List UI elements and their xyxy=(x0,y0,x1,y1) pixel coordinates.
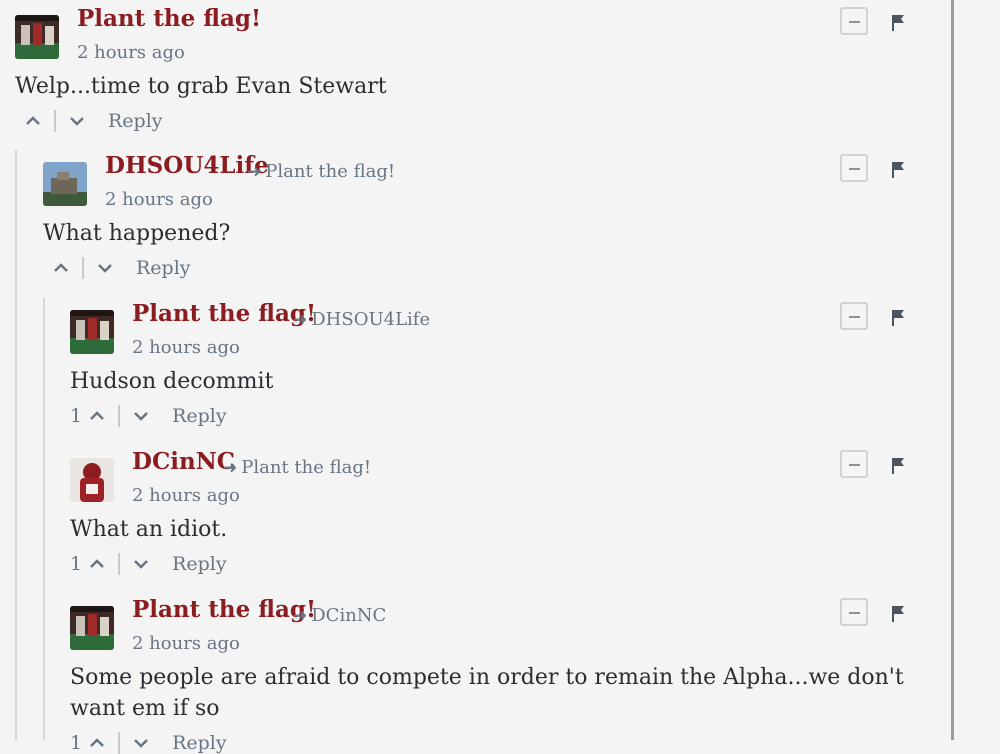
vote-divider xyxy=(54,110,56,132)
reply-button[interactable]: Reply xyxy=(136,257,191,279)
reply-arrow-icon: ➜ xyxy=(293,309,308,330)
downvote-chevron-icon[interactable] xyxy=(68,112,86,130)
flag-icon[interactable] xyxy=(891,14,905,32)
reply-to-name[interactable]: DHSOU4Life xyxy=(311,309,430,330)
reply-to-name[interactable]: Plant the flag! xyxy=(265,161,395,182)
avatar[interactable] xyxy=(15,15,59,59)
comment-actions: Reply xyxy=(18,110,163,132)
downvote-chevron-icon[interactable] xyxy=(132,734,150,752)
comment-timestamp[interactable]: 2 hours ago xyxy=(132,485,240,506)
downvote-chevron-icon[interactable] xyxy=(96,259,114,277)
upvote-chevron-icon[interactable] xyxy=(24,112,42,130)
avatar[interactable] xyxy=(43,162,87,206)
comment-timestamp[interactable]: 2 hours ago xyxy=(105,189,213,210)
collapse-button[interactable] xyxy=(840,450,868,478)
downvote-chevron-icon[interactable] xyxy=(132,407,150,425)
vote-count: 1 xyxy=(70,553,83,575)
reply-to: ➜ DCinNC xyxy=(293,605,386,626)
vote-count: 1 xyxy=(70,732,83,754)
collapse-button[interactable] xyxy=(840,154,868,182)
comment-body: What happened? xyxy=(43,221,231,246)
flag-icon[interactable] xyxy=(891,309,905,327)
comment-timestamp[interactable]: 2 hours ago xyxy=(132,633,240,654)
reply-arrow-icon: ➜ xyxy=(293,605,308,626)
vote-divider xyxy=(82,257,84,279)
comment-body: Welp...time to grab Evan Stewart xyxy=(15,74,387,99)
reply-button[interactable]: Reply xyxy=(172,553,227,575)
reply-to-name[interactable]: DCinNC xyxy=(311,605,386,626)
flag-icon[interactable] xyxy=(891,605,905,623)
reply-to: ➜ Plant the flag! xyxy=(223,457,371,478)
right-scroll-rule xyxy=(951,0,954,740)
avatar[interactable] xyxy=(70,606,114,650)
comment-author[interactable]: Plant the flag! xyxy=(132,300,316,327)
comment-actions: 1 Reply xyxy=(70,405,227,427)
thread-line-level-2[interactable] xyxy=(43,298,45,740)
comment-author[interactable]: DHSOU4Life xyxy=(105,152,269,179)
reply-button[interactable]: Reply xyxy=(172,405,227,427)
vote-divider xyxy=(118,732,121,754)
collapse-button[interactable] xyxy=(840,302,868,330)
avatar[interactable] xyxy=(70,310,114,354)
downvote-chevron-icon[interactable] xyxy=(132,555,150,573)
comment-actions: 1 Reply xyxy=(70,732,227,754)
comment-author[interactable]: Plant the flag! xyxy=(132,596,316,623)
comment-actions: Reply xyxy=(46,257,191,279)
upvote-chevron-icon[interactable] xyxy=(88,555,106,573)
comment-author[interactable]: Plant the flag! xyxy=(77,5,261,32)
comment-actions: 1 Reply xyxy=(70,553,227,575)
reply-to: ➜ DHSOU4Life xyxy=(293,309,430,330)
vote-divider xyxy=(118,553,121,575)
upvote-chevron-icon[interactable] xyxy=(52,259,70,277)
upvote-chevron-icon[interactable] xyxy=(88,407,106,425)
flag-icon[interactable] xyxy=(891,161,905,179)
flag-icon[interactable] xyxy=(891,457,905,475)
reply-arrow-icon: ➜ xyxy=(247,161,262,182)
comment-timestamp[interactable]: 2 hours ago xyxy=(77,42,185,63)
upvote-chevron-icon[interactable] xyxy=(88,734,106,752)
reply-button[interactable]: Reply xyxy=(108,110,163,132)
comment-timestamp[interactable]: 2 hours ago xyxy=(132,337,240,358)
reply-button[interactable]: Reply xyxy=(172,732,227,754)
reply-arrow-icon: ➜ xyxy=(223,457,238,478)
comment-author[interactable]: DCinNC xyxy=(132,448,235,475)
thread-line-level-1[interactable] xyxy=(15,150,17,740)
comment-body: Some people are afraid to compete in ord… xyxy=(70,665,904,721)
reply-to-name[interactable]: Plant the flag! xyxy=(241,457,371,478)
comment-body: Hudson decommit xyxy=(70,369,274,394)
comment-body: What an idiot. xyxy=(70,517,228,542)
vote-divider xyxy=(118,405,121,427)
collapse-button[interactable] xyxy=(840,7,868,35)
avatar[interactable] xyxy=(70,458,114,502)
vote-count: 1 xyxy=(70,405,83,427)
reply-to: ➜ Plant the flag! xyxy=(247,161,395,182)
collapse-button[interactable] xyxy=(840,598,868,626)
